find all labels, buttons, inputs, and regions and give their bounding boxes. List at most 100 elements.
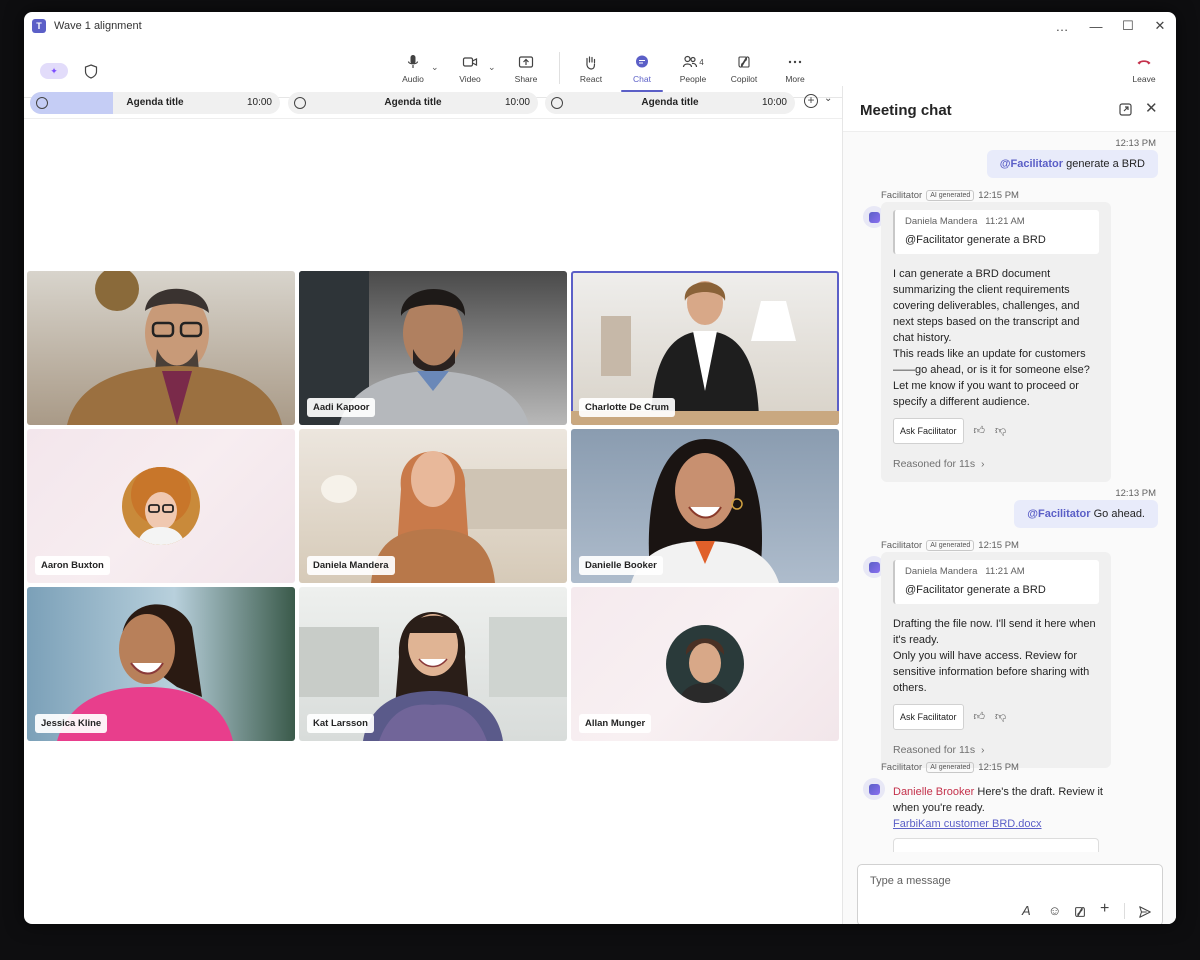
sender-name: Facilitator — [881, 540, 923, 551]
copilot-label: Copilot — [730, 74, 758, 84]
audio-label: Audio — [402, 74, 424, 84]
more-button[interactable]: More — [772, 46, 818, 92]
people-button[interactable]: 4 People — [670, 46, 716, 92]
thumbs-up-icon[interactable]: 👍︎ — [974, 709, 986, 725]
microphone-icon — [407, 55, 419, 68]
leave-label: Leave — [1132, 74, 1156, 84]
copilot-icon[interactable] — [1073, 905, 1087, 919]
send-icon[interactable] — [1138, 905, 1152, 919]
message-text: generate a BRD — [1063, 158, 1145, 170]
sender-name: Facilitator — [881, 762, 923, 773]
mention[interactable]: @Facilitator — [1027, 508, 1090, 520]
copilot-button[interactable]: Copilot — [721, 46, 767, 92]
react-label: React — [579, 74, 603, 84]
participant-tile[interactable] — [27, 271, 295, 425]
bot-message-header: Facilitator AI generated 12:15 PM — [881, 540, 1019, 551]
bot-message: Danielle Brooker Here's the draft. Revie… — [893, 784, 1123, 852]
reasoned-toggle[interactable]: Reasoned for 11s › — [893, 456, 1099, 472]
compose-divider — [1124, 903, 1125, 919]
more-icon — [788, 60, 802, 64]
teams-logo-icon: T — [32, 19, 46, 33]
ask-facilitator-button[interactable]: Ask Facilitator — [893, 704, 964, 730]
message-timestamp: 12:15 PM — [978, 540, 1019, 551]
minimize-button[interactable]: — — [1080, 12, 1112, 40]
chat-header: Meeting chat ✕ — [843, 86, 1176, 132]
agenda-item[interactable]: Agenda title 10:00 — [30, 92, 280, 114]
participant-name: Danielle Booker — [579, 556, 663, 575]
message-body: Drafting the file now. I'll send it here… — [893, 618, 1096, 694]
meeting-chat-panel: Meeting chat ✕ 12:13 PM @Facilitator gen… — [842, 86, 1176, 924]
audio-button[interactable]: Audio — [390, 46, 436, 92]
chat-button[interactable]: Chat — [619, 46, 665, 92]
share-label: Share — [514, 74, 538, 84]
add-icon[interactable]: + — [1100, 900, 1109, 918]
participant-name: Allan Munger — [579, 714, 652, 733]
hand-icon — [586, 56, 596, 70]
participant-tile[interactable]: Allan Munger — [571, 587, 839, 741]
agenda-item[interactable]: Agenda title 10:00 — [545, 92, 795, 114]
chat-title: Meeting chat — [860, 102, 952, 119]
reasoned-toggle[interactable]: Reasoned for 11s › — [893, 742, 1099, 758]
quoted-message: Daniela Mandera 11:21 AM @Facilitator ge… — [893, 210, 1099, 254]
participant-name: Aaron Buxton — [35, 556, 110, 575]
bot-message: Daniela Mandera 11:21 AM @Facilitator ge… — [881, 202, 1111, 482]
participant-tile-active-speaker[interactable]: Charlotte De Crum — [571, 271, 839, 425]
emoji-icon[interactable]: ☺ — [1048, 903, 1061, 918]
participant-tile[interactable]: Danielle Booker — [571, 429, 839, 583]
close-icon[interactable]: ✕ — [1145, 99, 1158, 117]
chat-icon — [636, 55, 648, 68]
add-agenda-icon[interactable]: + — [804, 94, 818, 108]
pop-out-icon[interactable] — [1119, 103, 1132, 116]
participant-tile[interactable]: Aaron Buxton — [27, 429, 295, 583]
message-body: I can generate a BRD document summarizin… — [893, 268, 1090, 408]
react-button[interactable]: React — [568, 46, 614, 92]
sent-message: @Facilitator Go ahead. — [1014, 500, 1158, 528]
avatar — [666, 625, 744, 703]
agenda-title: Agenda title — [641, 97, 699, 108]
video-chevron-down-icon[interactable]: ⌄ — [488, 62, 496, 73]
maximize-button[interactable]: ☐ — [1112, 12, 1144, 40]
format-icon[interactable]: A — [1022, 903, 1031, 918]
bot-message: Daniela Mandera 11:21 AM @Facilitator ge… — [881, 552, 1111, 768]
agenda-time: 10:00 — [246, 97, 272, 108]
window-title: Wave 1 alignment — [54, 20, 142, 32]
agenda-item[interactable]: Agenda title 10:00 — [288, 92, 538, 114]
thumbs-down-icon[interactable]: 👎︎ — [995, 423, 1006, 439]
quote-text: @Facilitator generate a BRD — [905, 584, 1046, 596]
close-window-button[interactable]: ✕ — [1144, 12, 1176, 40]
thumbs-up-icon[interactable]: 👍︎ — [974, 423, 986, 439]
app-window: T Wave 1 alignment … — ☐ ✕ ✦ Audio ⌄ Vid… — [24, 12, 1176, 924]
quote-time: 11:21 AM — [985, 216, 1025, 227]
ai-generated-badge: AI generated — [926, 540, 975, 551]
audio-chevron-down-icon[interactable]: ⌄ — [431, 62, 439, 73]
participant-tile[interactable]: Jessica Kline — [27, 587, 295, 741]
quote-time: 11:21 AM — [985, 566, 1025, 577]
participant-tile[interactable]: Daniela Mandera — [299, 429, 567, 583]
file-link[interactable]: FarbiKam customer BRD.docx — [893, 818, 1042, 830]
agenda-title: Agenda title — [126, 97, 184, 108]
copilot-icon — [738, 56, 750, 68]
mention[interactable]: Danielle Brooker — [893, 786, 974, 798]
mention[interactable]: @Facilitator — [1000, 158, 1063, 170]
reasoned-label: Reasoned for 11s — [893, 744, 976, 756]
agenda-title: Agenda title — [384, 97, 442, 108]
participant-video — [67, 271, 282, 425]
share-button[interactable]: Share — [503, 46, 549, 92]
video-button[interactable]: Video — [447, 46, 493, 92]
ask-facilitator-button[interactable]: Ask Facilitator — [893, 418, 964, 444]
message-input[interactable]: Type a message — [870, 875, 951, 887]
people-label: People — [679, 74, 707, 84]
thumbs-down-icon[interactable]: 👎︎ — [995, 709, 1006, 725]
participant-tile[interactable]: Kat Larsson — [299, 587, 567, 741]
copilot-sparkle-icon[interactable]: ✦ — [40, 63, 68, 79]
shield-icon[interactable] — [84, 64, 98, 84]
message-compose-box[interactable]: Type a message A ☺ + — [857, 864, 1163, 924]
message-timestamp: 12:13 PM — [1115, 488, 1156, 499]
participant-tile[interactable]: Aadi Kapoor — [299, 271, 567, 425]
participant-name: Daniela Mandera — [307, 556, 395, 575]
camera-icon — [462, 57, 478, 67]
toolbar-divider — [559, 52, 560, 84]
more-options-icon[interactable]: … — [1046, 12, 1078, 40]
agenda-chevron-down-icon[interactable]: ⌄ — [824, 93, 832, 104]
file-card[interactable] — [893, 838, 1099, 852]
